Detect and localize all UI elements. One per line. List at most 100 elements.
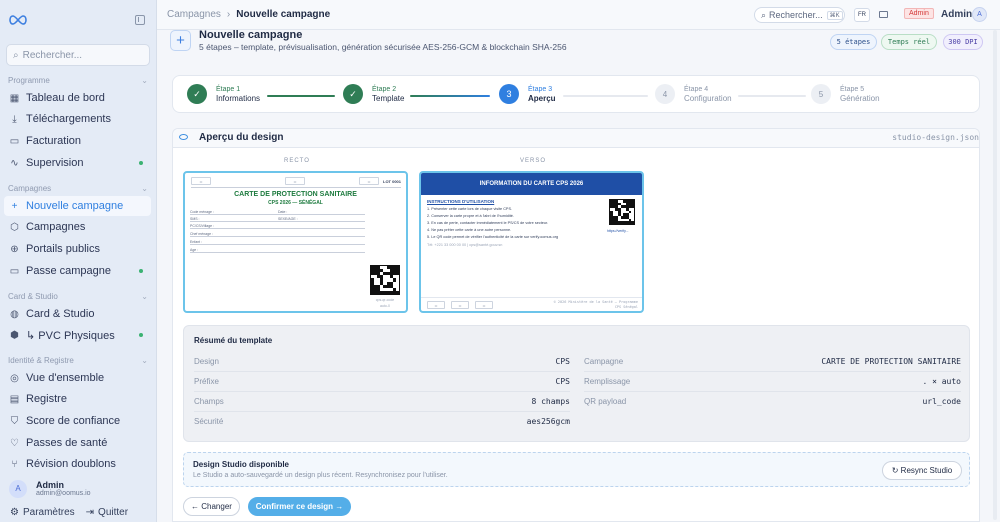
sidebar-item-pvc-physiques[interactable]: ⬢ ↳ PVC Physiques (4, 325, 151, 345)
download-icon: ⤓ (12, 113, 17, 125)
summary-key: QR payload (584, 397, 627, 406)
verso-logo-box: •• (451, 301, 469, 309)
global-search-button[interactable]: ⌕ Rechercher... ⌘K (754, 7, 845, 23)
recto-field: SMS : (190, 217, 278, 222)
step-2[interactable]: ✓ Étape 2 Template (343, 84, 404, 104)
card-recto-preview[interactable]: •• •• •• LOT 0001 CARTE DE PROTECTION SA… (183, 171, 408, 313)
change-button[interactable]: ← Changer (183, 497, 240, 516)
dpi-badge: 300 DPI (943, 34, 983, 50)
settings-link[interactable]: ⚙ Paramètres (10, 507, 75, 518)
page-subtitle: 5 étapes – template, prévisualisation, g… (199, 42, 567, 52)
sidebar-item-label: Passes de santé (26, 437, 108, 449)
topbar-user-name[interactable]: Admin (941, 9, 972, 20)
step-3[interactable]: 3 Étape 3 Aperçu (499, 84, 556, 104)
shortcut-badge: ⌘K (826, 10, 843, 20)
quit-label: Quitter (98, 507, 129, 518)
resync-studio-button[interactable]: ↻ Resync Studio (882, 461, 962, 480)
chevron-down-icon: ⌄ (141, 76, 148, 85)
sidebar-item-score-confiance[interactable]: ⛉ Score de confiance (4, 411, 151, 431)
verso-copyright: © 2026 Ministère de la Santé – Programme (553, 300, 638, 304)
heart-icon: ♡ (10, 437, 19, 449)
steps-badge: 5 étapes (830, 34, 877, 50)
realtime-badge: Temps réel (881, 34, 937, 50)
scrollbar[interactable] (993, 30, 997, 520)
plus-icon: + (170, 30, 191, 51)
language-switch[interactable]: FR (854, 8, 870, 22)
sidebar-item-revision-doublons[interactable]: ⑂ Révision doublons (4, 454, 151, 474)
sidebar-item-card-studio[interactable]: ◍ Card & Studio (4, 304, 151, 324)
stepper: ✓ Étape 1 Informations ✓ Étape 2 Template 3 É… (172, 75, 980, 113)
recto-logo-box: •• (285, 177, 305, 185)
qr-caption: cps-qr-code (375, 298, 395, 302)
recto-field: Enfant : (190, 240, 365, 245)
summary-value: . × auto (922, 377, 961, 386)
design-file-name: studio-design.json (892, 133, 979, 142)
panel-title: Aperçu du design (199, 132, 284, 143)
summary-value: url_code (922, 397, 961, 406)
verso-label: VERSO (520, 158, 547, 164)
quit-link[interactable]: ⇥ Quitter (86, 507, 128, 518)
sidebar-item-label: Portails publics (26, 243, 100, 255)
chevron-down-icon: ⌄ (141, 356, 148, 365)
step-connector (563, 95, 648, 97)
summary-value: CPS (555, 357, 570, 366)
section-campagnes[interactable]: Campagnes ⌄ (8, 184, 148, 193)
merge-icon: ⑂ (11, 458, 18, 470)
sidebar-user[interactable]: A Admin admin@oomus.io (4, 476, 152, 501)
sidebar-item-facturation[interactable]: ▭ Facturation (4, 131, 151, 151)
step-number: 4 (655, 84, 675, 104)
step-label: Étape 1 (216, 85, 241, 93)
divider (194, 371, 570, 372)
confirm-design-button[interactable]: Confirmer ce design → (248, 497, 351, 516)
plus-icon: + (11, 200, 18, 212)
recto-field: PC/CS/Village : (190, 224, 365, 229)
section-card-studio[interactable]: Card & Studio ⌄ (8, 292, 148, 301)
section-programme[interactable]: Programme ⌄ (8, 76, 148, 85)
recto-field: Code ménage : (190, 210, 278, 215)
sidebar-item-telechargements[interactable]: ⤓ Téléchargements (4, 109, 151, 129)
recto-title: CARTE DE PROTECTION SANITAIRE (234, 191, 357, 198)
sidebar-item-label: Registre (26, 393, 67, 405)
avatar[interactable]: A (972, 7, 987, 22)
breadcrumb-root[interactable]: Campagnes (167, 9, 221, 20)
divider (194, 391, 570, 392)
studio-description: Le Studio a auto-sauvegardé un design pl… (193, 472, 448, 479)
step-label: Étape 2 (372, 85, 397, 93)
recto-field: Chef ménage : (190, 232, 365, 237)
sidebar-item-vue-ensemble[interactable]: ◎ Vue d'ensemble (4, 368, 151, 388)
card-verso-preview[interactable]: INFORMATION DU CARTE CPS 2026 INSTRUCTIO… (419, 171, 644, 313)
sidebar-item-tableau-de-bord[interactable]: ▦ Tableau de bord (4, 88, 151, 108)
sidebar-item-label: Téléchargements (26, 113, 111, 125)
infinity-logo-icon[interactable] (7, 14, 29, 26)
avatar: A (9, 479, 27, 498)
section-title: Programme (8, 76, 50, 85)
collapse-sidebar-icon[interactable] (135, 15, 145, 25)
recto-field: Age : (190, 248, 365, 253)
step-label: Étape 5 (840, 85, 865, 93)
sidebar-search-input[interactable]: ⌕ Rechercher... (6, 44, 150, 66)
section-identite-registre[interactable]: Identité & Registre ⌄ (8, 356, 148, 365)
step-name: Template (372, 93, 405, 103)
step-connector (738, 95, 806, 97)
settings-label: Paramètres (22, 507, 75, 518)
sidebar-item-label: Nouvelle campagne (26, 200, 124, 212)
search-label: Rechercher... (769, 10, 823, 20)
sidebar-item-supervision[interactable]: ∿ Supervision (4, 153, 151, 173)
status-dot (139, 161, 143, 165)
studio-notice: Design Studio disponible Le Studio a aut… (183, 452, 970, 487)
step-name: Génération (840, 93, 880, 103)
step-4[interactable]: 4 Étape 4 Configuration (655, 84, 732, 104)
verso-line: 2. Conserver la carte propre et à l'abri… (427, 214, 514, 218)
sidebar-item-passe-campagne[interactable]: ▭ Passe campagne (4, 261, 151, 281)
step-1[interactable]: ✓ Étape 1 Informations (187, 84, 260, 104)
monitor-icon[interactable] (879, 11, 888, 18)
fingerprint-icon: ◎ (10, 372, 19, 384)
sidebar-item-registre[interactable]: ▤ Registre (4, 389, 151, 409)
sidebar-item-nouvelle-campagne[interactable]: + Nouvelle campagne (4, 196, 151, 216)
sidebar-item-campagnes[interactable]: ⬡ Campagnes (4, 217, 151, 237)
qr-code (609, 199, 635, 225)
sidebar-item-portails-publics[interactable]: ⊕ Portails publics (4, 239, 151, 259)
sidebar-item-passes-sante[interactable]: ♡ Passes de santé (4, 433, 151, 453)
user-name: Admin (36, 480, 64, 490)
step-5[interactable]: 5 Étape 5 Génération (811, 84, 880, 104)
